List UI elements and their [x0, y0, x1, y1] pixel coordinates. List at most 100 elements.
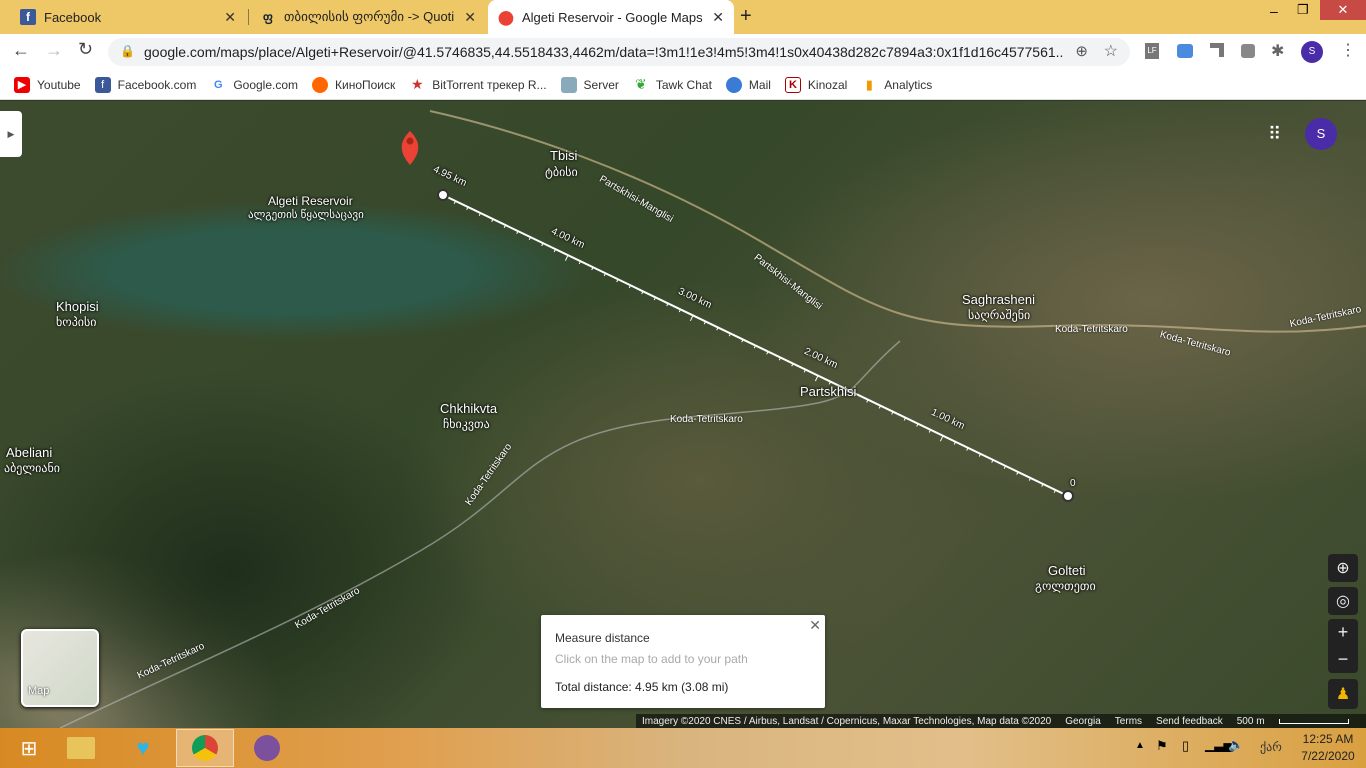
- bookmark-analytics[interactable]: ▮ Analytics: [861, 76, 933, 93]
- bookmark-bittorrent[interactable]: ★ BitTorrent трекер R...: [409, 76, 547, 93]
- place-label-local: ხოპისი: [56, 315, 97, 329]
- kinozal-icon: K: [784, 76, 801, 93]
- input-language[interactable]: ქარ: [1260, 740, 1282, 754]
- bookmark-kinozal[interactable]: K Kinozal: [784, 76, 848, 93]
- bookmark-google[interactable]: G Google.com: [210, 77, 298, 93]
- tab-forum[interactable]: ფ თბილისის ფორუმი -> Quotin ✕: [250, 0, 486, 34]
- taskbar-file-explorer[interactable]: [52, 729, 110, 767]
- measure-start-point[interactable]: [437, 189, 449, 201]
- facebook-icon: f: [20, 9, 36, 25]
- tab-facebook[interactable]: f Facebook ✕: [10, 0, 246, 34]
- bookmark-server[interactable]: Server: [560, 76, 619, 93]
- place-label[interactable]: Partskhisi: [800, 384, 856, 399]
- forward-button[interactable]: →: [45, 40, 63, 61]
- restore-button[interactable]: ❐: [1297, 2, 1309, 18]
- pin-dot: [406, 137, 414, 145]
- extensions-puzzle-icon[interactable]: ✱: [1271, 41, 1284, 61]
- bookmarks-bar: ▶ Youtube f Facebook.com G Google.com КиноП…: [0, 70, 1366, 100]
- bookmark-label: Kinozal: [807, 77, 848, 92]
- reload-button[interactable]: ↻: [78, 39, 93, 60]
- place-label-local: ტბისი: [545, 165, 578, 179]
- close-tab-icon[interactable]: ✕: [712, 9, 724, 26]
- close-tab-icon[interactable]: ✕: [224, 9, 236, 26]
- bookmark-star-icon[interactable]: ☆: [1104, 41, 1118, 61]
- volume-icon[interactable]: 🔈: [1228, 737, 1244, 753]
- new-tab-button[interactable]: +: [740, 5, 752, 28]
- bookmark-label: BitTorrent трекер R...: [432, 77, 547, 92]
- bookmark-label: Mail: [748, 77, 771, 92]
- tab-title: თბილისის ფორუმი -> Quotin: [284, 9, 454, 24]
- folder-icon: [67, 737, 95, 759]
- scale-bar: [1278, 718, 1349, 724]
- distance-label: 0: [1070, 478, 1076, 489]
- back-button[interactable]: ←: [12, 40, 30, 61]
- bookmark-tawk[interactable]: ❦ Tawk Chat: [633, 76, 712, 93]
- zoom-out-button[interactable]: −: [1328, 646, 1358, 673]
- measure-title: Measure distance: [555, 631, 650, 645]
- clock-time[interactable]: 12:25 AM: [1298, 732, 1358, 746]
- place-label-local: ალგეთის წყალსაცავი: [248, 209, 364, 221]
- taskbar-viber[interactable]: [238, 729, 296, 767]
- url-text: google.com/maps/place/Algeti+Reservoir/@…: [144, 44, 1064, 60]
- country-link[interactable]: Georgia: [1065, 716, 1101, 727]
- menu-kebab-icon[interactable]: ⋮: [1340, 40, 1356, 60]
- show-hidden-icons[interactable]: ▲: [1135, 740, 1145, 751]
- bittorrent-star-icon: ★: [410, 76, 424, 92]
- pegman-street-view-icon[interactable]: ♟: [1328, 679, 1358, 709]
- extension-translate-icon[interactable]: [1177, 44, 1193, 58]
- bookmark-youtube[interactable]: ▶ Youtube: [14, 76, 81, 93]
- extension-icon[interactable]: [1241, 44, 1255, 58]
- bookmark-kinopoisk[interactable]: КиноПоиск: [312, 76, 395, 93]
- measure-end-point[interactable]: [1062, 490, 1074, 502]
- layer-label: Map: [28, 685, 50, 697]
- place-label[interactable]: Algeti Reservoir: [268, 194, 353, 208]
- chrome-icon: [192, 735, 218, 761]
- action-center-flag-icon[interactable]: ⚑: [1156, 738, 1168, 754]
- send-feedback-link[interactable]: Send feedback: [1156, 716, 1223, 727]
- place-pin-icon[interactable]: [401, 131, 419, 165]
- bookmark-label: Server: [583, 77, 619, 92]
- mail-icon: [725, 76, 742, 93]
- battery-icon[interactable]: ▯: [1182, 738, 1189, 754]
- taskbar-app[interactable]: ♥: [114, 729, 172, 767]
- analytics-icon: ▮: [865, 76, 873, 92]
- road-label: Koda-Tetritskaro: [1055, 324, 1128, 335]
- place-label[interactable]: Tbisi: [550, 148, 577, 163]
- app-icon: ♥: [136, 735, 150, 760]
- address-bar[interactable]: 🔒 google.com/maps/place/Algeti+Reservoir…: [108, 38, 1130, 66]
- close-tab-icon[interactable]: ✕: [464, 9, 476, 26]
- globe-view-button[interactable]: ⊕: [1328, 554, 1358, 582]
- clock-date[interactable]: 7/22/2020: [1298, 749, 1358, 763]
- bookmark-facebook[interactable]: f Facebook.com: [94, 76, 196, 93]
- place-label[interactable]: Khopisi: [56, 299, 99, 314]
- zoom-in-button[interactable]: +: [1328, 619, 1358, 646]
- minimize-button[interactable]: –: [1270, 3, 1278, 19]
- terms-link[interactable]: Terms: [1115, 716, 1142, 727]
- map-layer-toggle[interactable]: Map: [21, 629, 99, 707]
- close-window-button[interactable]: ✕: [1320, 0, 1366, 20]
- scale-label[interactable]: 500 m: [1237, 716, 1265, 727]
- extension-icon[interactable]: [1210, 43, 1224, 57]
- place-label[interactable]: Chkhikvta: [440, 401, 497, 416]
- bookmark-label: Analytics: [884, 77, 933, 92]
- measure-tick: [689, 315, 694, 322]
- bookmark-mail[interactable]: Mail: [725, 76, 771, 93]
- collapse-side-panel-button[interactable]: ▶: [0, 111, 22, 157]
- start-button[interactable]: ⊞: [0, 729, 58, 767]
- my-location-button[interactable]: ◎: [1328, 587, 1358, 615]
- apps-grid-icon[interactable]: ⠿: [1268, 124, 1281, 145]
- tab-google-maps[interactable]: ⬤ Algeti Reservoir - Google Maps ✕: [488, 0, 734, 34]
- road-partskhisi-manglisi: [429, 110, 1366, 333]
- measure-tick: [814, 375, 819, 382]
- install-icon[interactable]: ⊕: [1075, 42, 1088, 60]
- server-icon: [560, 76, 577, 93]
- close-icon[interactable]: ✕: [809, 617, 821, 634]
- place-label[interactable]: Saghrasheni: [962, 292, 1035, 307]
- extension-lf-icon[interactable]: LF: [1145, 43, 1159, 59]
- place-label[interactable]: Abeliani: [6, 445, 52, 460]
- place-label[interactable]: Golteti: [1048, 563, 1086, 578]
- bookmark-label: Tawk Chat: [655, 77, 712, 92]
- taskbar-chrome[interactable]: [176, 729, 234, 767]
- account-avatar[interactable]: S: [1305, 118, 1337, 150]
- profile-avatar[interactable]: S: [1301, 41, 1323, 63]
